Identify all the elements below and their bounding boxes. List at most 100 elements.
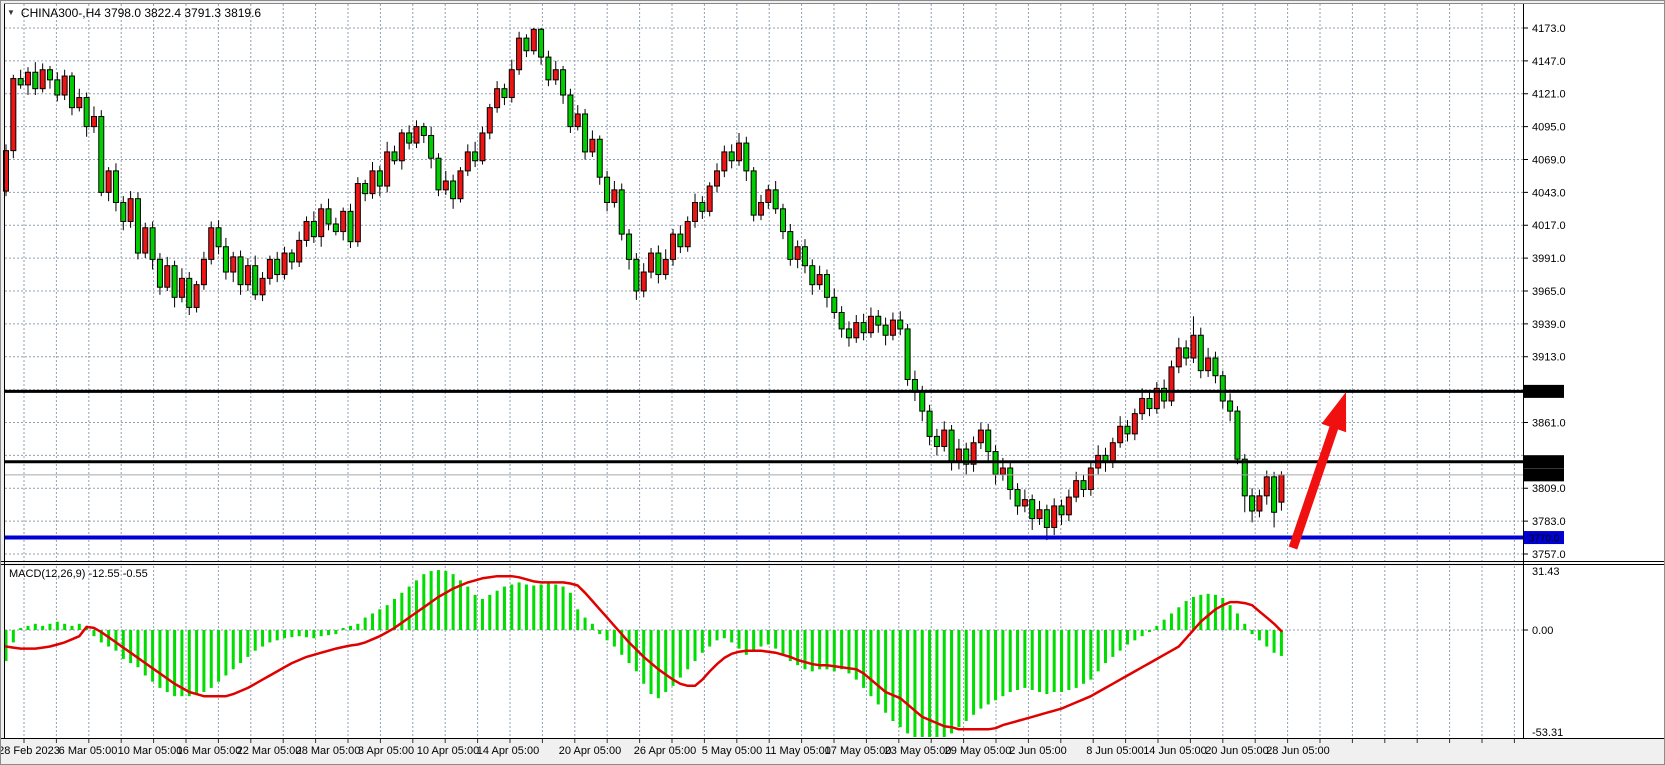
price-tick-label: 3861.0 bbox=[1532, 417, 1566, 429]
price-tick-label: 4017.0 bbox=[1532, 220, 1566, 232]
candle-body bbox=[737, 143, 742, 161]
candle-body bbox=[11, 79, 16, 151]
candle-body bbox=[480, 133, 485, 161]
candle-body bbox=[348, 211, 353, 241]
macd-scale-label: 0.00 bbox=[1532, 625, 1553, 637]
candle-body bbox=[297, 240, 302, 261]
macd-bar bbox=[48, 624, 51, 630]
candle-body bbox=[780, 209, 785, 232]
candle-body bbox=[649, 253, 654, 272]
macd-bar bbox=[576, 609, 579, 630]
candle-body bbox=[949, 430, 954, 462]
candle-body bbox=[194, 285, 199, 308]
time-tick-label: 28 Mar 05:00 bbox=[296, 745, 361, 757]
macd-bar bbox=[562, 587, 565, 630]
price-tick-label: 3939.0 bbox=[1532, 319, 1566, 331]
candle-body bbox=[201, 259, 206, 284]
time-tick-label: 26 Apr 05:00 bbox=[634, 745, 696, 757]
candle-body bbox=[1213, 358, 1218, 376]
candle-body bbox=[824, 275, 829, 298]
macd-bar bbox=[1016, 630, 1019, 690]
macd-bar bbox=[364, 618, 367, 630]
candle-body bbox=[1279, 475, 1284, 502]
macd-bar bbox=[488, 595, 491, 630]
macd-bar bbox=[1163, 620, 1166, 630]
candle-body bbox=[319, 209, 324, 237]
macd-bar bbox=[342, 628, 345, 630]
candle-body bbox=[421, 127, 426, 136]
macd-bar bbox=[1060, 630, 1063, 692]
candle-body bbox=[832, 297, 837, 312]
macd-bar bbox=[437, 570, 440, 630]
candle-body bbox=[612, 190, 617, 203]
candle-body bbox=[1228, 401, 1233, 411]
candle-body bbox=[656, 253, 661, 274]
macd-bar bbox=[1001, 630, 1004, 696]
macd-bar bbox=[305, 630, 308, 637]
candle-body bbox=[165, 266, 170, 287]
candle-body bbox=[1272, 477, 1277, 512]
price-tick-label: 4095.0 bbox=[1532, 122, 1566, 134]
time-tick-label: 16 Mar 05:00 bbox=[177, 745, 242, 757]
candle-body bbox=[1044, 510, 1049, 528]
candle-body bbox=[890, 320, 895, 335]
candle-body bbox=[751, 171, 756, 215]
price-tick-label: 4069.0 bbox=[1532, 154, 1566, 166]
macd-bar bbox=[173, 630, 176, 696]
macd-bar bbox=[1258, 630, 1261, 640]
macd-bar bbox=[518, 582, 521, 630]
price-chart-canvas[interactable]: 4173.04147.04121.04095.04069.04043.04017… bbox=[1, 1, 1665, 765]
macd-bar bbox=[759, 630, 762, 647]
macd-bar bbox=[965, 630, 968, 721]
macd-bar bbox=[246, 630, 249, 657]
macd-bar bbox=[628, 630, 631, 663]
macd-bar bbox=[349, 626, 352, 630]
candle-body bbox=[223, 247, 228, 272]
price-tick-label: 4173.0 bbox=[1532, 23, 1566, 35]
macd-bar bbox=[855, 630, 858, 680]
candle-body bbox=[583, 114, 588, 152]
macd-bar bbox=[503, 587, 506, 630]
time-tick-label: 22 Mar 05:00 bbox=[237, 745, 302, 757]
candle-body bbox=[179, 278, 184, 297]
candle-body bbox=[1176, 348, 1181, 367]
candle-body bbox=[634, 259, 639, 291]
macd-bar bbox=[129, 630, 132, 663]
candle-body bbox=[619, 190, 624, 234]
candle-body bbox=[1015, 490, 1020, 506]
macd-bar bbox=[686, 630, 689, 669]
candle-body bbox=[641, 272, 646, 291]
macd-bar bbox=[70, 626, 73, 630]
candle-body bbox=[1242, 459, 1247, 496]
macd-bar bbox=[1229, 605, 1232, 630]
macd-bar bbox=[921, 630, 924, 737]
candle-body bbox=[238, 257, 243, 285]
macd-bar bbox=[327, 630, 330, 635]
candle-body bbox=[157, 259, 162, 287]
candle-body bbox=[1140, 398, 1145, 413]
candle-body bbox=[795, 247, 800, 260]
candle-body bbox=[605, 177, 610, 202]
macd-bar bbox=[1126, 630, 1129, 644]
chevron-down-icon[interactable]: ▼ bbox=[7, 9, 15, 17]
time-tick-label: 28 Jun 05:00 bbox=[1266, 745, 1330, 757]
candle-body bbox=[245, 266, 250, 285]
candle-body bbox=[150, 228, 155, 260]
macd-bar bbox=[613, 630, 616, 647]
candle-body bbox=[377, 171, 382, 186]
price-tick-label: 3913.0 bbox=[1532, 352, 1566, 364]
macd-bar bbox=[63, 624, 66, 630]
candle-body bbox=[231, 257, 236, 272]
candle-body bbox=[18, 79, 23, 85]
macd-bar bbox=[195, 630, 198, 694]
macd-bar bbox=[1251, 630, 1254, 634]
candle-body bbox=[854, 323, 859, 338]
time-tick-label: 20 Jun 05:00 bbox=[1205, 745, 1269, 757]
candle-body bbox=[517, 38, 522, 70]
macd-bar bbox=[1155, 626, 1158, 630]
candle-body bbox=[905, 329, 910, 380]
macd-bar bbox=[1067, 630, 1070, 690]
candle-body bbox=[77, 98, 82, 108]
macd-bar bbox=[591, 624, 594, 630]
candle-body bbox=[1118, 426, 1123, 442]
